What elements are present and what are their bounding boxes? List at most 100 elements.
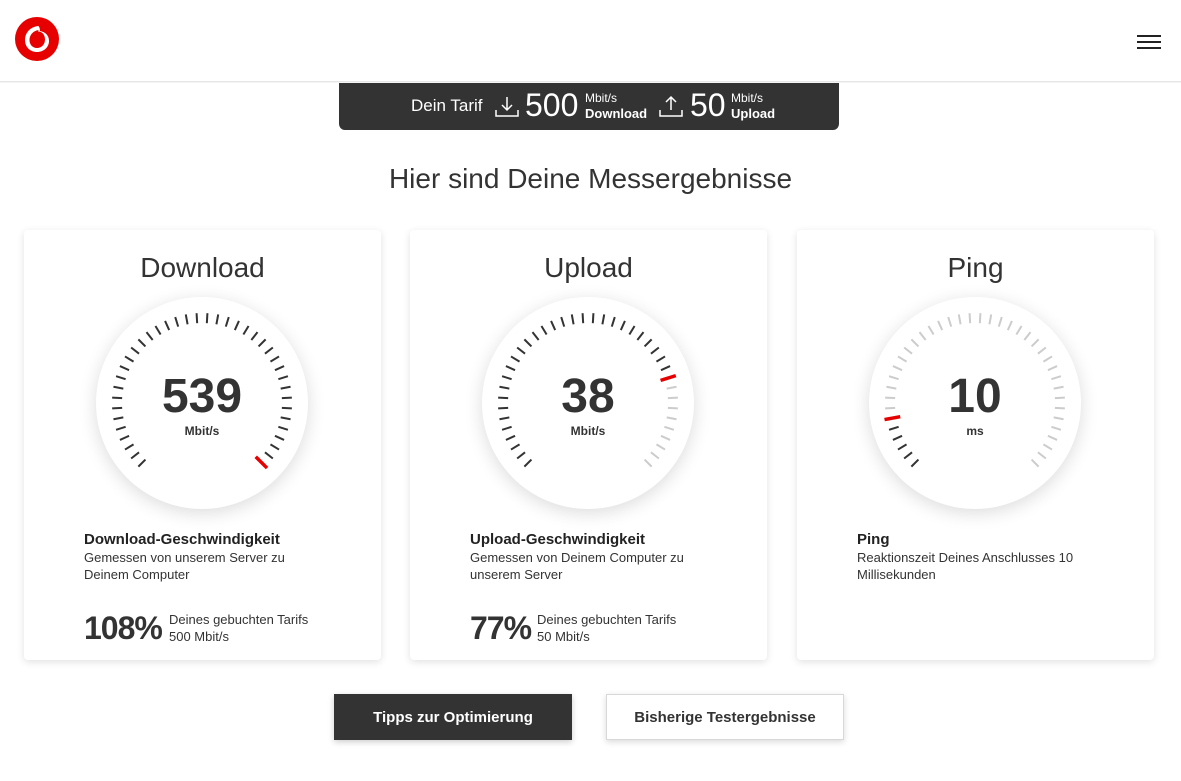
upload-gauge: 38 Mbit/s xyxy=(482,297,694,509)
percentage-label-line: Deines gebuchten Tarifs xyxy=(537,612,677,627)
card-title: Download xyxy=(140,252,265,283)
percentage-label: Deines gebuchten Tarifs 50 Mbit/s xyxy=(537,611,676,645)
gauge-tick xyxy=(130,451,140,460)
gauge-tick xyxy=(164,320,171,331)
gauge-tick xyxy=(655,443,666,451)
tariff-upload-unit: Mbit/s xyxy=(731,91,764,105)
main-content: Dein Tarif 500 Mbit/s Download 50 Mbit/s… xyxy=(0,83,1181,781)
gauge-value: 539 xyxy=(161,370,243,423)
gauge-tick xyxy=(250,331,259,341)
percentage-label-line: Deines gebuchten Tarifs xyxy=(169,612,309,627)
gauge-unit: Mbit/s xyxy=(184,424,220,438)
gauge-tick xyxy=(531,331,540,341)
gauge-tick xyxy=(918,331,927,341)
gauge-tick xyxy=(910,338,920,348)
gauge-tick xyxy=(205,313,209,324)
gauge-tick xyxy=(619,320,626,331)
percentage-label-line: 500 Mbit/s xyxy=(169,629,229,644)
gauge-tick xyxy=(264,451,274,460)
top-bar xyxy=(0,0,1181,82)
vodafone-logo[interactable] xyxy=(14,16,60,62)
percentage-label-line: 50 Mbit/s xyxy=(537,629,590,644)
description-text: Gemessen von unserem Server zu Deinem Co… xyxy=(84,550,285,582)
gauge-tick xyxy=(523,458,533,468)
tariff-download-value: 500 xyxy=(525,87,579,123)
description-title: Download-Geschwindigkeit xyxy=(84,531,280,548)
gauge-tick xyxy=(257,338,267,348)
gauge-tick xyxy=(968,313,972,324)
gauge-unit: Mbit/s xyxy=(570,424,606,438)
gauge-tick xyxy=(937,320,944,331)
gauge-tick xyxy=(1037,451,1047,460)
gauge-tick xyxy=(215,314,220,325)
gauge-tick xyxy=(184,314,189,325)
gauge-tick xyxy=(242,325,250,336)
gauge-value: 10 xyxy=(948,370,1002,423)
card-title: Ping xyxy=(947,252,1004,283)
tariff-upload-label: Upload xyxy=(731,106,776,121)
menu-button[interactable] xyxy=(1134,32,1164,52)
gauge-tick xyxy=(988,314,993,325)
gauge-tick xyxy=(897,355,908,363)
gauge-tick xyxy=(1023,331,1032,341)
gauge-tick xyxy=(154,325,162,336)
previous-results-button[interactable]: Bisherige Testergebnisse xyxy=(606,694,844,740)
gauge-tick xyxy=(224,316,230,327)
gauge-tick xyxy=(628,325,636,336)
gauge-tick xyxy=(560,316,566,327)
gauge-tick xyxy=(927,325,935,336)
gauge-tick xyxy=(650,451,660,460)
gauge-tick xyxy=(997,316,1003,327)
gauge-tick xyxy=(523,338,533,348)
gauge-tick xyxy=(269,443,280,451)
gauge-tick xyxy=(591,313,595,324)
gauge-tick xyxy=(137,458,147,468)
ping-card: Ping 10 ms Ping Reaktionszeit Deines Ans… xyxy=(797,230,1154,660)
gauge-tick xyxy=(903,346,913,355)
hamburger-icon xyxy=(1137,35,1161,37)
gauge-unit: ms xyxy=(966,424,984,438)
description-title: Upload-Geschwindigkeit xyxy=(470,531,646,548)
gauge-tick xyxy=(540,325,548,336)
download-card: Download 539 Mbit/s Download-Geschwindig… xyxy=(24,230,381,660)
gauge-tick xyxy=(233,320,240,331)
gauge-tick xyxy=(510,443,521,451)
gauge-tick xyxy=(643,338,653,348)
gauge-tick xyxy=(516,346,526,355)
description-text: Gemessen von Deinem Computer zu unserem … xyxy=(470,550,684,582)
gauge-tick xyxy=(947,316,953,327)
gauge-value: 38 xyxy=(561,370,615,423)
percentage-label: Deines gebuchten Tarifs 500 Mbit/s xyxy=(169,611,308,645)
gauge-tick xyxy=(510,355,521,363)
gauge-tick xyxy=(124,443,135,451)
gauge-marker xyxy=(254,455,269,470)
optimization-tips-button[interactable]: Tipps zur Optimierung xyxy=(334,694,572,740)
gauge-tick xyxy=(137,338,147,348)
gauge-tick xyxy=(1042,443,1053,451)
gauge-tick xyxy=(897,443,908,451)
gauge-tick xyxy=(550,320,557,331)
upload-card: Upload 38 Mbit/s Upload-Geschwindigkeit … xyxy=(410,230,767,660)
upload-icon xyxy=(659,95,683,117)
card-title: Upload xyxy=(544,252,633,283)
gauge-tick xyxy=(903,451,913,460)
tariff-banner: Dein Tarif 500 Mbit/s Download 50 Mbit/s… xyxy=(339,83,839,130)
gauge-tick xyxy=(1037,346,1047,355)
gauge-tick xyxy=(130,346,140,355)
gauge-tick xyxy=(610,316,616,327)
tariff-upload-value: 50 xyxy=(690,87,726,123)
gauge-tick xyxy=(581,313,585,324)
gauge-tick xyxy=(910,458,920,468)
description-text: Reaktionszeit Deines Anschlusses 10 Mill… xyxy=(857,550,1074,582)
gauge-tick xyxy=(174,316,180,327)
gauge-tick xyxy=(195,313,199,324)
gauge-tick xyxy=(269,355,280,363)
page-title: Hier sind Deine Messergebnisse xyxy=(388,163,793,194)
hamburger-icon-line xyxy=(1137,47,1161,49)
tariff-download-label: Download xyxy=(585,106,648,121)
gauge-tick xyxy=(1030,458,1040,468)
tariff-percentage: 108% xyxy=(84,610,163,646)
gauge-tick xyxy=(655,355,666,363)
download-icon xyxy=(495,97,519,117)
gauge-tick xyxy=(145,331,154,341)
